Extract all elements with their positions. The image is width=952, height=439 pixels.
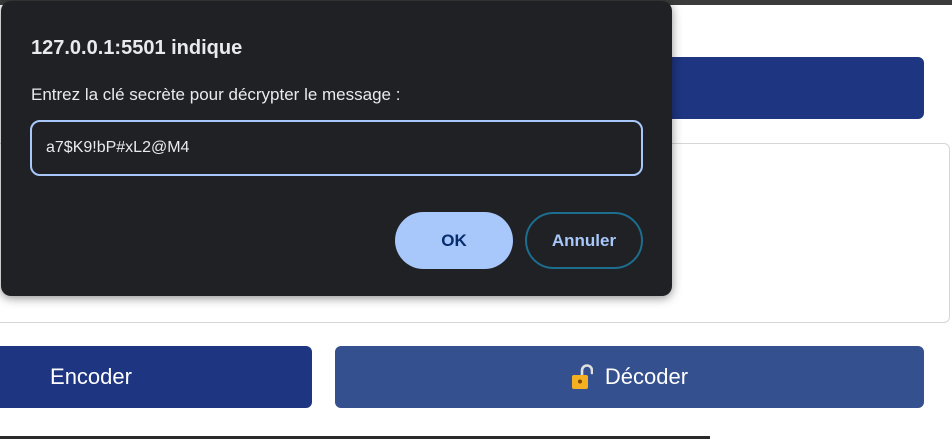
- page-top-button[interactable]: [650, 57, 924, 119]
- decode-button-label: Décoder: [604, 364, 689, 389]
- decode-button[interactable]: Décoder: [335, 346, 924, 408]
- prompt-dialog: 127.0.0.1:5501 indique Entrez la clé sec…: [1, 1, 672, 296]
- dialog-title: 127.0.0.1:5501 indique: [31, 37, 243, 59]
- cancel-button[interactable]: Annuler: [525, 212, 643, 269]
- dialog-message: Entrez la clé secrète pour décrypter le …: [31, 85, 401, 104]
- encode-button[interactable]: Encoder: [0, 346, 312, 408]
- ok-button[interactable]: OK: [395, 212, 513, 269]
- unlock-icon: [571, 364, 594, 390]
- secret-key-input[interactable]: [30, 120, 643, 176]
- encode-button-label: Encoder: [50, 364, 132, 389]
